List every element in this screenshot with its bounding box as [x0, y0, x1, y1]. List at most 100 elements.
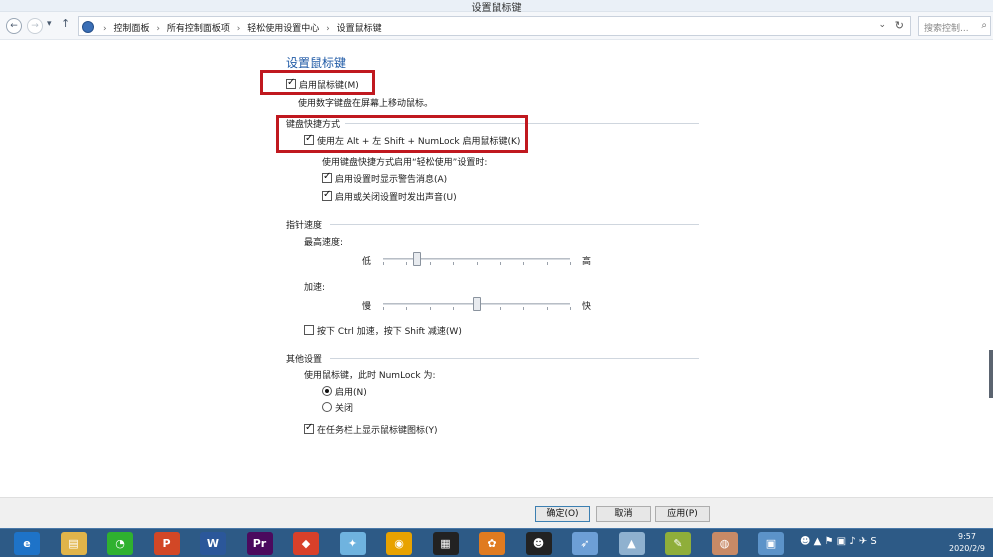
cancel-button[interactable]: 取消 — [596, 506, 651, 522]
dialog-button-bar: 确定(O) 取消 应用(P) — [0, 497, 993, 528]
taskbar-word-icon[interactable]: W — [200, 532, 226, 555]
taskbar-glyph: ▦ — [440, 537, 451, 550]
enable-mousekeys-checkbox[interactable]: 启用鼠标键(M) — [286, 77, 359, 91]
checkbox-box[interactable] — [322, 171, 332, 183]
taskbar-glyph: ▲ — [627, 537, 636, 550]
taskbar-ie-icon[interactable]: e — [14, 532, 40, 555]
numlock-on-label: 启用(N) — [335, 388, 367, 398]
system-tray[interactable]: ☻ ▲ ⚑ ▣ ♪ ✈ S — [800, 536, 877, 547]
numlock-off-radio[interactable]: 关闭 — [322, 401, 353, 414]
breadcrumb-separator[interactable]: › — [237, 24, 241, 34]
control-panel-icon — [82, 21, 94, 33]
checkbox-box[interactable] — [304, 133, 314, 145]
taskbar-video-editor-icon[interactable]: ▦ — [432, 532, 459, 555]
taskbar-chrome-icon[interactable]: ◉ — [386, 532, 412, 555]
pointer-speed-group-label: 指针速度 — [286, 221, 323, 231]
taskbar-tool-app-icon[interactable]: ▲ — [618, 532, 645, 555]
forward-icon[interactable]: → — [27, 18, 43, 34]
taskbar-feather-app-icon[interactable]: ➶ — [572, 532, 598, 555]
warning-label: 启用设置时显示警告消息(A) — [335, 175, 448, 185]
checkbox-box[interactable] — [304, 325, 314, 335]
checkbox-box[interactable] — [322, 189, 332, 201]
radio-circle[interactable] — [322, 386, 332, 396]
taskbar-glyph: ◍ — [719, 537, 730, 550]
breadcrumb: › 控制面板 › 所有控制面板项 › 轻松使用设置中心 › 设置鼠标键 — [99, 21, 382, 34]
slider-tick — [499, 262, 501, 265]
clock[interactable]: 9:57 2020/2/9 — [943, 531, 991, 555]
search-placeholder: 搜索控制... — [924, 24, 969, 34]
refresh-icon[interactable]: ↻ — [895, 19, 904, 32]
breadcrumb-current[interactable]: 设置鼠标键 — [337, 24, 382, 34]
taskbar-glyph: ✎ — [673, 537, 683, 550]
taskbar-glyph: Pr — [252, 537, 267, 550]
clock-time: 9:57 — [958, 532, 976, 541]
recent-dropdown-icon[interactable]: ▾ — [47, 19, 52, 29]
apply-button[interactable]: 应用(P) — [655, 506, 710, 522]
slider-tick — [429, 307, 431, 310]
slider-tick — [476, 262, 478, 265]
taskbar-explorer-icon[interactable]: ▤ — [60, 532, 87, 555]
taskbar-wechat-icon[interactable]: ◔ — [107, 532, 133, 555]
taskbar-glyph: ◆ — [301, 537, 311, 550]
taskbar-qq-icon[interactable]: ☻ — [525, 532, 552, 555]
top-speed-slider-thumb[interactable] — [412, 252, 421, 266]
address-bar[interactable]: › 控制面板 › 所有控制面板项 › 轻松使用设置中心 › 设置鼠标键 ⌄ ↻ — [78, 16, 911, 36]
slider-tick — [570, 262, 571, 265]
shortcut-toggle-checkbox[interactable]: 使用左 Alt + 左 Shift + NumLock 启用鼠标键(K) — [304, 133, 520, 147]
group-divider — [330, 358, 699, 359]
enable-description: 使用数字键盘在屏幕上移动鼠标。 — [298, 99, 434, 109]
search-input[interactable]: 搜索控制... ⌕ — [918, 16, 991, 36]
breadcrumb-all-items[interactable]: 所有控制面板项 — [167, 24, 230, 34]
warning-checkbox[interactable]: 启用设置时显示警告消息(A) — [322, 171, 448, 185]
checkbox-box[interactable] — [286, 77, 296, 89]
numlock-label: 使用鼠标键，此时 NumLock 为: — [304, 371, 436, 381]
top-speed-slider[interactable] — [383, 258, 570, 260]
breadcrumb-separator[interactable]: › — [326, 24, 330, 34]
taskbar-glyph: e — [23, 537, 31, 550]
sound-checkbox[interactable]: 启用或关闭设置时发出声音(U) — [322, 189, 457, 203]
taskbar-glyph: ◔ — [115, 537, 125, 550]
search-icon[interactable]: ⌕ — [981, 20, 987, 31]
enable-mousekeys-label: 启用鼠标键(M) — [299, 81, 359, 91]
ctrl-shift-checkbox[interactable]: 按下 Ctrl 加速，按下 Shift 减速(W) — [304, 324, 462, 337]
taskbar-glyph: ✦ — [347, 537, 358, 550]
breadcrumb-separator[interactable]: › — [156, 24, 160, 34]
top-speed-high-label: 高 — [582, 257, 592, 267]
taskbar-premiere-icon[interactable]: Pr — [246, 532, 273, 555]
numlock-off-label: 关闭 — [335, 404, 354, 414]
checkbox-box[interactable] — [304, 422, 314, 434]
acceleration-slider-thumb[interactable] — [472, 297, 481, 311]
back-icon[interactable]: ← — [6, 18, 22, 34]
taskbar-notes-app-icon[interactable]: ✎ — [665, 532, 691, 555]
taskbar-image-app-icon[interactable]: ◍ — [711, 532, 738, 555]
taskbar-bird-app-icon[interactable]: ✦ — [339, 532, 366, 555]
sound-label: 启用或关闭设置时发出声音(U) — [335, 193, 457, 203]
numlock-on-radio[interactable]: 启用(N) — [322, 385, 367, 398]
slider-tick — [523, 307, 525, 310]
page-title: 设置鼠标键 — [286, 56, 347, 70]
slider-tick — [429, 262, 431, 265]
taskbar-icon-checkbox[interactable]: 在任务栏上显示鼠标键图标(Y) — [304, 422, 438, 436]
taskbar-glyph: ➶ — [580, 537, 590, 550]
taskbar-mouse-keys-app-icon[interactable]: ▣ — [758, 532, 784, 555]
address-row: ← → ▾ ↑ › 控制面板 › 所有控制面板项 › 轻松使用设置中心 › 设置… — [0, 12, 993, 40]
taskbar-media-app-icon[interactable]: ◆ — [293, 532, 319, 555]
taskbar-photo-app-icon[interactable]: ✿ — [479, 532, 505, 555]
breadcrumb-ease-of-access[interactable]: 轻松使用设置中心 — [247, 24, 319, 34]
ok-button[interactable]: 确定(O) — [535, 506, 590, 522]
taskbar-powerpoint-icon[interactable]: P — [153, 532, 180, 555]
clock-date: 2020/2/9 — [949, 544, 985, 553]
slider-tick — [383, 307, 384, 310]
address-dropdown-icon[interactable]: ⌄ — [878, 20, 886, 30]
taskbar-glyph: ▣ — [765, 537, 777, 550]
top-speed-label: 最高速度: — [304, 238, 344, 248]
taskbar-glyph: P — [162, 537, 171, 550]
radio-circle[interactable] — [322, 402, 332, 412]
taskbar-glyph: ▤ — [68, 537, 79, 550]
shortcut-sub-label: 使用键盘快捷方式启用“轻松使用”设置时: — [322, 158, 488, 168]
up-icon[interactable]: ↑ — [61, 17, 70, 30]
group-divider — [330, 224, 699, 225]
breadcrumb-control-panel[interactable]: 控制面板 — [113, 24, 149, 34]
taskbar-icon-label: 在任务栏上显示鼠标键图标(Y) — [317, 426, 438, 436]
scrollbar-thumb[interactable] — [989, 350, 993, 398]
